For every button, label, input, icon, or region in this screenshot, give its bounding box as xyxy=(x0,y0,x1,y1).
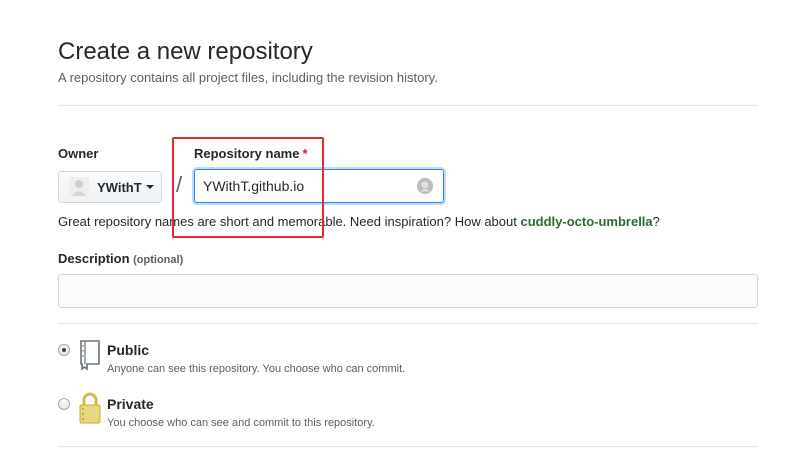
owner-label: Owner xyxy=(58,146,99,161)
repo-name-label-text: Repository name xyxy=(194,146,300,161)
chevron-down-icon xyxy=(145,185,154,189)
description-label: Description (optional) xyxy=(58,251,183,266)
repo-icon xyxy=(78,339,102,371)
required-mark: * xyxy=(302,146,308,161)
public-note: Anyone can see this repository. You choo… xyxy=(107,363,406,375)
visibility-divider-top xyxy=(58,323,758,324)
owner-repo-separator: / xyxy=(176,172,183,197)
private-label: Private xyxy=(107,396,154,412)
name-suggestion-link[interactable]: cuddly-octo-umbrella xyxy=(520,214,652,229)
availability-check-icon xyxy=(417,178,433,194)
description-label-text: Description xyxy=(58,251,130,266)
optional-note: (optional) xyxy=(133,254,184,266)
lock-icon xyxy=(78,391,102,425)
repo-name-input[interactable] xyxy=(194,169,444,203)
public-radio[interactable] xyxy=(58,344,70,356)
owner-dropdown-button[interactable]: YWithT xyxy=(58,171,162,203)
private-note: You choose who can see and commit to thi… xyxy=(107,417,375,429)
header-divider xyxy=(58,105,758,106)
public-label: Public xyxy=(107,342,150,358)
hint-suffix: ? xyxy=(652,214,660,229)
avatar xyxy=(69,177,89,197)
hint-text: Great repository names are short and mem… xyxy=(58,214,521,229)
visibility-divider-bottom xyxy=(58,446,758,447)
repo-name-label: Repository name * xyxy=(194,146,308,161)
page-subtitle: A repository contains all project files,… xyxy=(58,70,438,85)
repo-name-hint: Great repository names are short and mem… xyxy=(58,214,660,229)
private-radio[interactable] xyxy=(58,398,70,410)
page-title: Create a new repository xyxy=(58,38,313,65)
owner-name: YWithT xyxy=(97,179,142,195)
description-input[interactable] xyxy=(58,274,758,308)
